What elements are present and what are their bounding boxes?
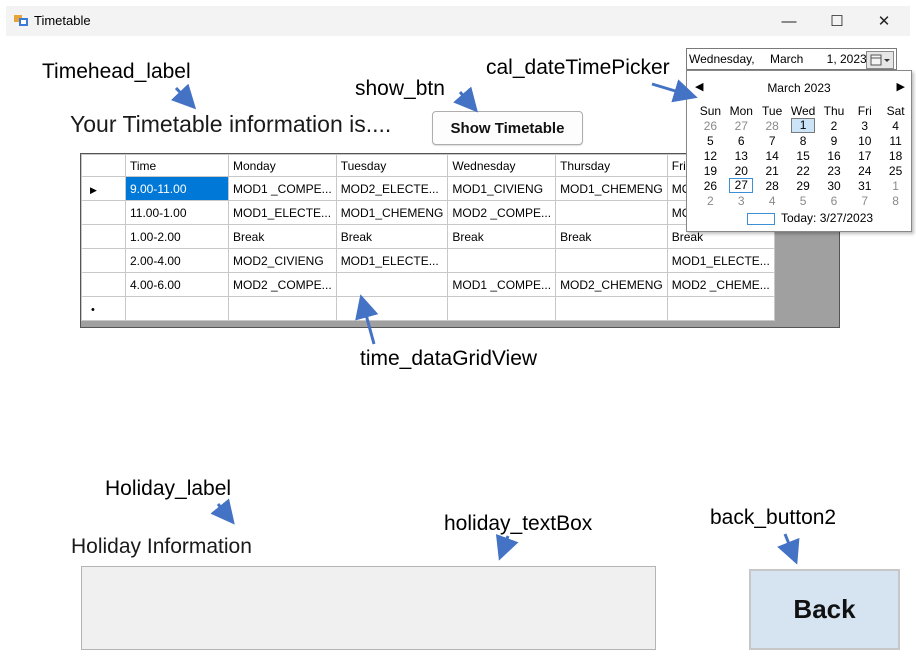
arrow-icon xyxy=(495,533,519,561)
arrow-icon xyxy=(651,79,698,103)
back-button[interactable]: Back xyxy=(749,569,900,650)
arrow-icon xyxy=(453,86,478,113)
arrow-icon xyxy=(210,498,235,525)
holiday-label: Holiday Information xyxy=(71,535,252,558)
annotation-arrows xyxy=(170,79,800,565)
arrow-icon xyxy=(355,294,379,345)
arrow-icon xyxy=(170,83,197,110)
holiday-textbox[interactable] xyxy=(81,566,656,650)
arrow-icon xyxy=(777,533,800,565)
